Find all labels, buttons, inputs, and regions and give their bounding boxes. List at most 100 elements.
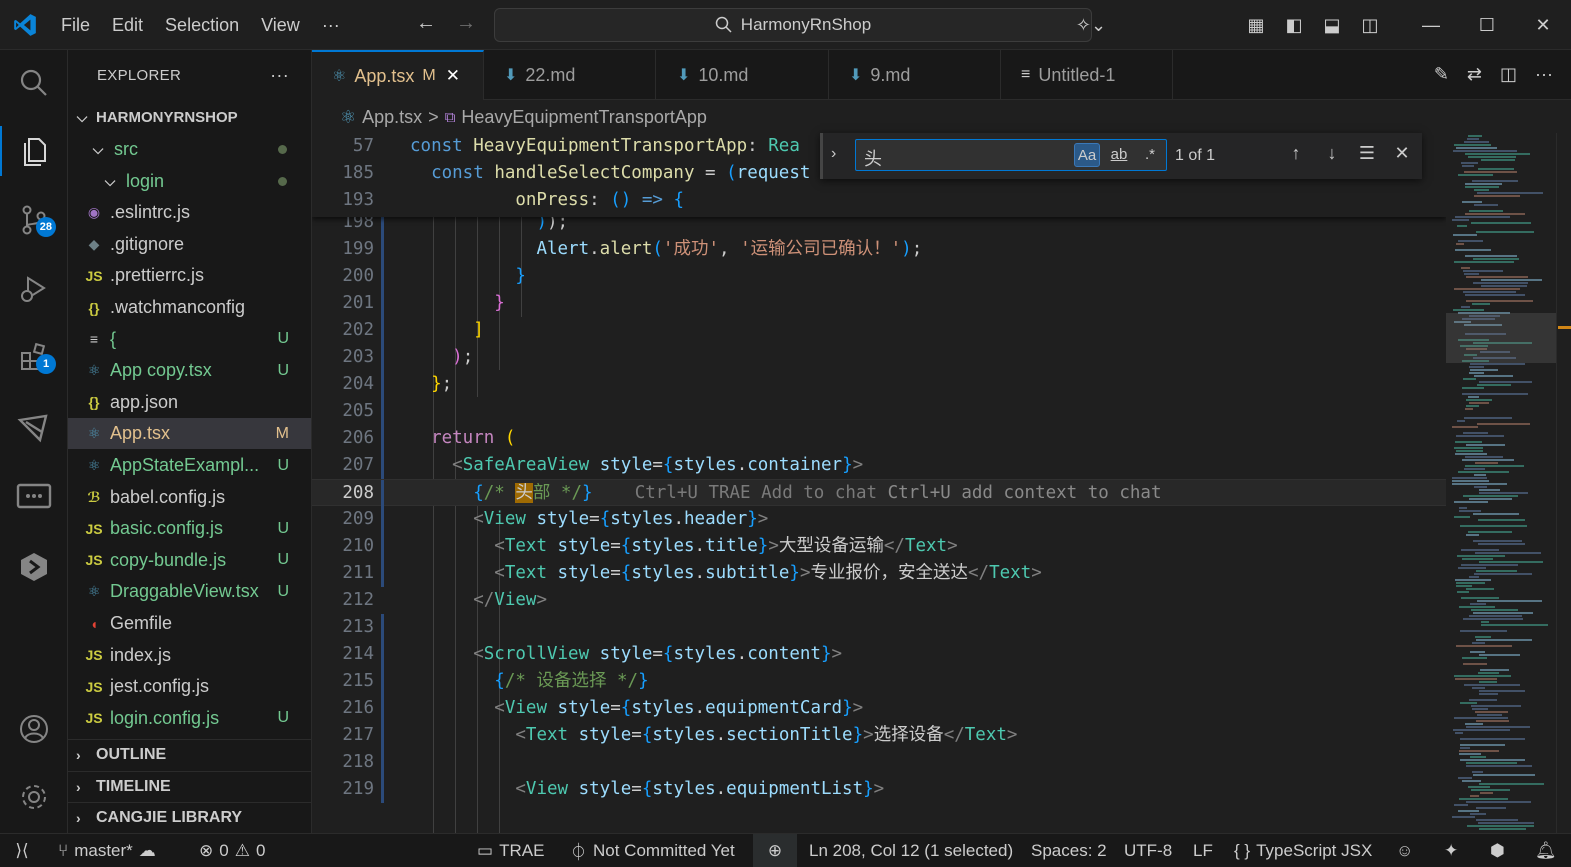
explorer-activity[interactable] — [0, 126, 68, 176]
file-tree-item[interactable]: JS basic.config.js U — [68, 513, 311, 544]
menu-edit[interactable]: Edit — [101, 15, 154, 36]
match-whole-word-toggle[interactable]: ab — [1106, 143, 1132, 167]
remote-indicator[interactable]: ⟩⟨ — [0, 834, 44, 867]
code-editor[interactable]: 57 const HeavyEquipmentTransportApp: Rea … — [312, 133, 1446, 833]
editor-tab[interactable]: ⚛ App.tsx M ✕ — [312, 50, 484, 100]
search-activity[interactable] — [0, 58, 68, 108]
file-tree-item[interactable]: {} app.json — [68, 387, 311, 418]
copilot-status[interactable]: ☺ — [1396, 834, 1413, 867]
code-line[interactable]: 202 ] — [312, 317, 1446, 344]
file-tree-item[interactable]: ⌵ login — [68, 166, 311, 197]
file-tree-item[interactable]: {} .watchmanconfig — [68, 292, 311, 323]
branch-status[interactable]: ⑂ master* ☁ — [58, 834, 156, 867]
file-tree-item[interactable]: ◉ .eslintrc.js — [68, 197, 311, 228]
close-find-icon[interactable]: ✕ — [1389, 143, 1415, 164]
code-line[interactable]: 201 } — [312, 290, 1446, 317]
cursor-position[interactable]: Ln 208, Col 12 (1 selected) — [809, 834, 1013, 867]
trae-status[interactable]: ▭ TRAE — [477, 834, 544, 867]
file-tree-item[interactable]: ⚛ App copy.tsx U — [68, 355, 311, 386]
use-regex-toggle[interactable]: .* — [1137, 143, 1163, 167]
code-line[interactable]: 209 <View style={styles.header}> — [312, 506, 1446, 533]
maximize-icon[interactable]: ☐ — [1459, 15, 1515, 36]
explorer-root-folder[interactable]: ⌵ HARMONYRNSHOP — [68, 102, 311, 133]
section-outline[interactable]: › OUTLINE — [68, 739, 311, 770]
problems-status[interactable]: ⊗ 0 ⚠ 0 — [199, 834, 265, 867]
editor-tab[interactable]: ⬇ 9.md — [829, 50, 1001, 100]
minimap[interactable] — [1446, 133, 1556, 833]
manage-activity[interactable] — [0, 772, 68, 822]
code-line[interactable]: 214 <ScrollView style={styles.content}> — [312, 641, 1446, 668]
file-tree-item[interactable]: ℬbabel.config.js — [68, 482, 311, 513]
code-line[interactable]: 206 return ( — [312, 425, 1446, 452]
explorer-more-icon[interactable]: ··· — [270, 65, 289, 86]
section-timeline[interactable]: › TIMELINE — [68, 770, 311, 802]
sticky-line[interactable]: 193 onPress: () => { — [312, 187, 1446, 214]
editor-tab[interactable]: ⬇ 22.md — [484, 50, 656, 100]
match-case-toggle[interactable]: Aa — [1074, 143, 1100, 167]
run-debug-activity[interactable] — [0, 263, 68, 313]
editor-tab[interactable]: ≡ Untitled-1 — [1001, 50, 1173, 100]
code-line[interactable]: 218 — [312, 749, 1446, 776]
code-line[interactable]: 212 </View> — [312, 587, 1446, 614]
find-in-selection-icon[interactable]: ☰ — [1354, 143, 1380, 164]
code-line[interactable]: 210 <Text style={styles.title}>大型设备运输</T… — [312, 533, 1446, 560]
file-tree-item[interactable]: ◆ .gitignore — [68, 229, 311, 260]
code-line[interactable]: 200 } — [312, 263, 1446, 290]
deveco-activity[interactable] — [0, 403, 68, 453]
remote-explorer-activity[interactable] — [0, 472, 68, 522]
previous-match-arrow-icon[interactable]: ↑ — [1283, 143, 1309, 164]
breadcrumb-file[interactable]: App.tsx — [362, 107, 422, 128]
eol-status[interactable]: LF — [1193, 834, 1213, 867]
minimize-icon[interactable]: — — [1403, 15, 1459, 36]
toggle-primary-sidebar-icon[interactable]: ◧ — [1275, 15, 1313, 36]
zoom-status[interactable]: ⊕ — [753, 834, 797, 867]
menu-file[interactable]: File — [50, 15, 101, 36]
indentation-status[interactable]: Spaces: 2 — [1031, 834, 1107, 867]
file-tree-item[interactable]: ⚛ AppStateExampl... U — [68, 450, 311, 481]
trae-ai-status[interactable]: ✦ — [1444, 834, 1458, 867]
copilot-chat-icon[interactable]: ✧⌄ — [1065, 15, 1117, 36]
file-tree-item[interactable]: ⚛ App.tsx M — [68, 418, 311, 450]
file-tree-item[interactable]: ◖ Gemfile — [68, 608, 311, 639]
file-tree-item[interactable]: ≡ {U — [68, 324, 311, 355]
code-line[interactable]: 213 — [312, 614, 1446, 641]
more-actions-icon[interactable]: ··· — [1535, 64, 1553, 85]
file-tree-item[interactable]: JS jest.config.js — [68, 671, 311, 702]
code-line[interactable]: 205 — [312, 398, 1446, 425]
toggle-secondary-sidebar-icon[interactable]: ◫ — [1351, 15, 1389, 36]
notifications-status[interactable]: 🔔︎ — [1535, 834, 1557, 867]
language-mode[interactable]: { } TypeScript JSX — [1234, 834, 1372, 867]
file-tree-item[interactable]: ⚛ DraggableView.tsx U — [68, 576, 311, 607]
code-line[interactable]: 199 Alert.alert('成功', '运输公司已确认！'); — [312, 236, 1446, 263]
current-code-line[interactable]: 208 {/* 头部 */} Ctrl+U TRAE Add to chat C… — [312, 479, 1446, 507]
file-tree-item[interactable]: JS .prettierrc.js — [68, 260, 311, 291]
toggle-panel-icon[interactable]: ⬓ — [1313, 15, 1351, 36]
codearts-status[interactable]: ⬢ — [1490, 834, 1505, 867]
code-line[interactable]: 207 <SafeAreaView style={styles.containe… — [312, 452, 1446, 479]
git-blame-status[interactable]: ⏀ Not Committed Yet — [570, 834, 735, 867]
next-match-arrow-icon[interactable]: ↓ — [1319, 143, 1345, 164]
code-line[interactable]: 217 <Text style={styles.sectionTitle}>选择… — [312, 722, 1446, 749]
file-tree-item[interactable]: ⌵ src — [68, 134, 311, 165]
menu-more[interactable]: ··· — [311, 15, 351, 36]
breadcrumb-symbol[interactable]: HeavyEquipmentTransportApp — [461, 107, 706, 128]
code-line[interactable]: 203 ); — [312, 344, 1446, 371]
extensions-activity[interactable]: 1 — [0, 332, 68, 382]
file-tree-item[interactable]: JS index.js — [68, 640, 311, 671]
code-line[interactable]: 219 <View style={styles.equipmentList}> — [312, 776, 1446, 803]
pencil-icon[interactable]: ✎ — [1434, 64, 1449, 85]
file-tree-item[interactable]: JS copy-bundle.js U — [68, 545, 311, 576]
back-arrow-icon[interactable]: ← — [412, 12, 440, 35]
find-input[interactable]: 头 Aa ab .* — [855, 139, 1167, 171]
compare-changes-icon[interactable]: ⇄ — [1467, 64, 1482, 85]
code-line[interactable]: 211 <Text style={styles.subtitle}>专业报价，安… — [312, 560, 1446, 587]
codearts-activity[interactable] — [0, 542, 68, 592]
section-cangjie-library[interactable]: › CANGJIE LIBRARY — [68, 802, 311, 833]
vertical-scrollbar[interactable] — [1556, 133, 1571, 833]
editor-tab[interactable]: ⬇ 10.md — [657, 50, 829, 100]
menu-view[interactable]: View — [250, 15, 311, 36]
close-tab-icon[interactable]: ✕ — [446, 66, 460, 86]
code-line[interactable]: 204 }; — [312, 371, 1446, 398]
split-editor-icon[interactable]: ◫ — [1500, 64, 1517, 85]
close-window-icon[interactable]: ✕ — [1515, 15, 1571, 36]
